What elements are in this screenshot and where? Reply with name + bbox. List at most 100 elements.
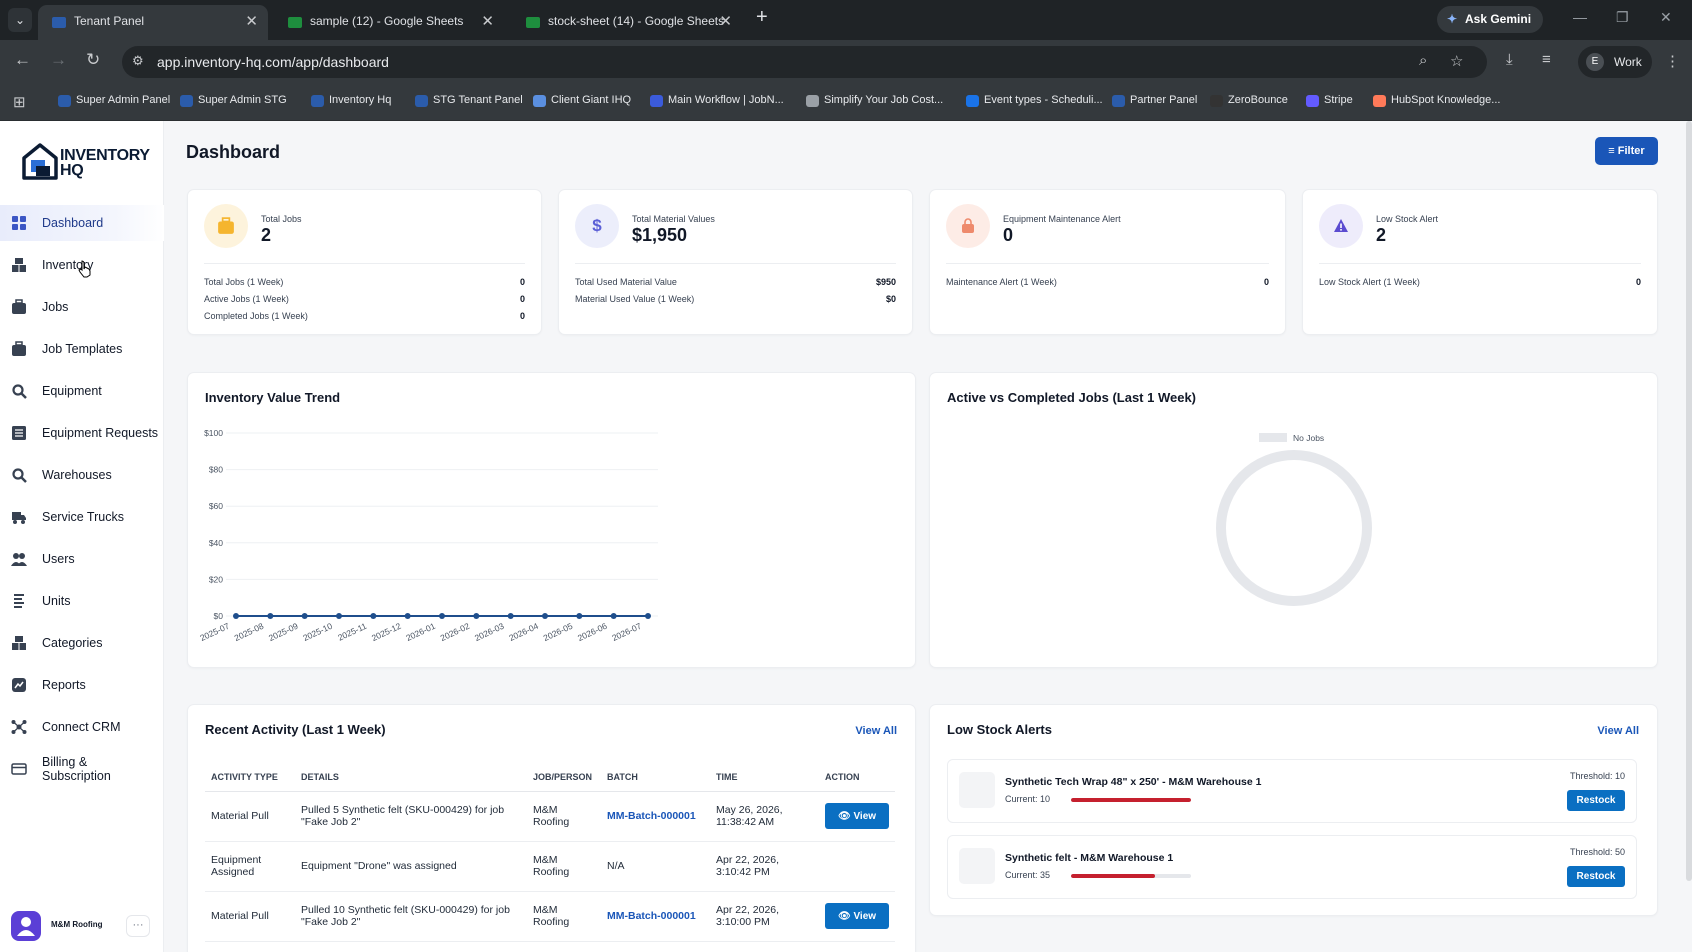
back-icon[interactable]: ← bbox=[14, 50, 31, 70]
new-tab-icon[interactable]: + bbox=[756, 6, 768, 29]
bookmark-label: Super Admin Panel bbox=[76, 94, 171, 106]
bookmark-star-icon[interactable]: ☆ bbox=[1450, 52, 1463, 70]
browser-tab[interactable]: stock-sheet (14) - Google Sheets ✕ bbox=[512, 5, 742, 40]
warning-icon bbox=[1319, 204, 1363, 248]
restore-icon[interactable]: ❐ bbox=[1616, 9, 1629, 26]
batch-link[interactable]: MM-Batch-000001 bbox=[601, 791, 710, 842]
sidebar-item-warehouses[interactable]: Warehouses bbox=[0, 457, 164, 493]
table-row: Material Pull Pulled 10 Synthetic felt (… bbox=[205, 891, 895, 942]
sidebar-item-units[interactable]: Units bbox=[0, 583, 164, 619]
sidebar-item-job-templates[interactable]: Job Templates bbox=[0, 331, 164, 367]
bookmark-item[interactable]: Super Admin Panel bbox=[58, 94, 171, 107]
ask-gemini-label: Ask Gemini bbox=[1465, 12, 1532, 26]
download-icon[interactable]: ⤓ bbox=[1506, 51, 1513, 68]
browser-menu-icon[interactable]: ⋮ bbox=[1665, 52, 1680, 70]
browser-tab[interactable]: Tenant Panel ✕ bbox=[38, 5, 268, 40]
minimize-icon[interactable]: — bbox=[1573, 9, 1587, 25]
bookmark-favicon-icon bbox=[415, 95, 428, 107]
sidebar-item-inventory[interactable]: Inventory bbox=[0, 247, 164, 283]
app-logo[interactable]: INVENTORY HQ bbox=[22, 140, 152, 184]
bookmark-item[interactable]: Event types - Scheduli... bbox=[966, 94, 1103, 107]
card-title: Low Stock Alerts bbox=[947, 722, 1052, 737]
tab-strip: ⌄ Tenant Panel ✕ sample (12) - Google Sh… bbox=[0, 0, 1692, 40]
reload-icon[interactable]: ↻ bbox=[86, 50, 100, 70]
window-close-icon[interactable]: ✕ bbox=[1660, 9, 1672, 26]
bookmark-item[interactable]: Super Admin STG bbox=[180, 94, 287, 107]
sheets-icon bbox=[526, 17, 540, 28]
sidebar-item-equipment[interactable]: Equipment bbox=[0, 373, 164, 409]
close-icon[interactable]: ✕ bbox=[719, 5, 732, 38]
sidebar-item-equipment-requests[interactable]: Equipment Requests bbox=[0, 415, 164, 451]
bookmark-item[interactable]: Simplify Your Job Cost... bbox=[806, 94, 943, 107]
profile-label: Work bbox=[1614, 55, 1642, 69]
bookmark-item[interactable]: Inventory Hq bbox=[311, 94, 391, 107]
zoom-icon[interactable]: ⌕ bbox=[1419, 52, 1427, 69]
bookmark-label: Event types - Scheduli... bbox=[984, 94, 1103, 106]
avatar[interactable] bbox=[11, 911, 41, 941]
bookmark-label: Client Giant IHQ bbox=[551, 94, 632, 106]
bookmark-label: HubSpot Knowledge... bbox=[1391, 94, 1501, 106]
sidebar-item-service-trucks[interactable]: Service Trucks bbox=[0, 499, 164, 535]
stat-value: $1,950 bbox=[632, 225, 688, 245]
site-settings-icon[interactable]: ⚙ bbox=[132, 53, 144, 69]
sidebar-item-label: Users bbox=[42, 552, 75, 566]
y-tick-label: $100 bbox=[204, 428, 223, 438]
card-title: Recent Activity (Last 1 Week) bbox=[205, 722, 386, 737]
bookmark-item[interactable]: Partner Panel bbox=[1112, 94, 1197, 107]
bookmark-item[interactable]: STG Tenant Panel bbox=[415, 94, 523, 107]
bookmark-label: Super Admin STG bbox=[198, 94, 287, 106]
sidebar-item-connect-crm[interactable]: Connect CRM bbox=[0, 709, 164, 745]
bookmark-label: Stripe bbox=[1324, 94, 1353, 106]
x-tick-label: 2025-10 bbox=[301, 621, 334, 643]
page-scrollbar[interactable] bbox=[1686, 121, 1692, 881]
action-cell bbox=[819, 841, 895, 892]
stock-level-bar bbox=[1071, 798, 1191, 802]
sidebar-item-label: Warehouses bbox=[42, 468, 112, 482]
apps-grid-icon[interactable]: ⊞ bbox=[13, 93, 26, 111]
action-cell: 👁 View bbox=[819, 891, 895, 942]
profile-button[interactable]: E Work bbox=[1578, 46, 1652, 78]
chart-icon bbox=[12, 678, 26, 692]
sidebar-item-billing[interactable]: Billing & Subscription bbox=[0, 751, 164, 787]
forward-icon[interactable]: → bbox=[50, 50, 67, 70]
sidebar-item-jobs[interactable]: Jobs bbox=[0, 289, 164, 325]
url-text[interactable]: app.inventory-hq.com/app/dashboard bbox=[157, 54, 389, 70]
sidebar-item-dashboard[interactable]: Dashboard bbox=[0, 205, 164, 241]
bookmark-item[interactable]: Main Workflow | JobN... bbox=[650, 94, 784, 107]
more-options-button[interactable]: ··· bbox=[126, 915, 150, 937]
view-button[interactable]: 👁 View bbox=[825, 903, 889, 929]
bookmark-item[interactable]: Client Giant IHQ bbox=[533, 94, 632, 107]
restock-button[interactable]: Restock bbox=[1567, 790, 1625, 811]
bookmark-item[interactable]: Stripe bbox=[1306, 94, 1353, 107]
tab-search-icon[interactable]: ⌄ bbox=[8, 8, 32, 32]
bookmark-item[interactable]: HubSpot Knowledge... bbox=[1373, 94, 1501, 107]
batch-link[interactable]: MM-Batch-000001 bbox=[601, 891, 710, 942]
sidebar-item-categories[interactable]: Categories bbox=[0, 625, 164, 661]
bookmark-favicon-icon bbox=[966, 95, 979, 107]
user-profile[interactable]: M&M Roofing ··· bbox=[11, 911, 153, 941]
view-button[interactable]: 👁 View bbox=[825, 803, 889, 829]
bookmark-item[interactable]: ZeroBounce bbox=[1210, 94, 1288, 107]
eye-icon: 👁 bbox=[837, 910, 854, 922]
browser-tab[interactable]: sample (12) - Google Sheets ✕ bbox=[274, 5, 504, 40]
filter-button[interactable]: ≡ Filter bbox=[1595, 137, 1658, 165]
view-all-link[interactable]: View All bbox=[1597, 725, 1639, 737]
logo-text: INVENTORY HQ bbox=[60, 147, 150, 179]
restock-button[interactable]: Restock bbox=[1567, 866, 1625, 887]
view-all-link[interactable]: View All bbox=[855, 725, 897, 737]
y-tick-label: $40 bbox=[209, 538, 223, 548]
boxes-icon bbox=[12, 636, 26, 650]
sidebar-item-reports[interactable]: Reports bbox=[0, 667, 164, 703]
ask-gemini-button[interactable]: ✦ Ask Gemini bbox=[1437, 6, 1544, 33]
column-header: TIME bbox=[710, 763, 819, 792]
threshold-label: Threshold: 50 bbox=[1569, 847, 1625, 857]
divider bbox=[1319, 263, 1641, 264]
close-icon[interactable]: ✕ bbox=[245, 5, 258, 38]
reading-list-icon[interactable]: ≡ bbox=[1542, 51, 1551, 68]
address-bar[interactable]: ⚙ app.inventory-hq.com/app/dashboard ⌕ ☆ bbox=[122, 46, 1487, 78]
users-icon bbox=[11, 553, 27, 566]
activity-type: Material Pull bbox=[205, 891, 295, 942]
stat-row: Active Jobs (1 Week) 0 bbox=[204, 294, 525, 304]
sidebar-item-users[interactable]: Users bbox=[0, 541, 164, 577]
close-icon[interactable]: ✕ bbox=[481, 5, 494, 38]
